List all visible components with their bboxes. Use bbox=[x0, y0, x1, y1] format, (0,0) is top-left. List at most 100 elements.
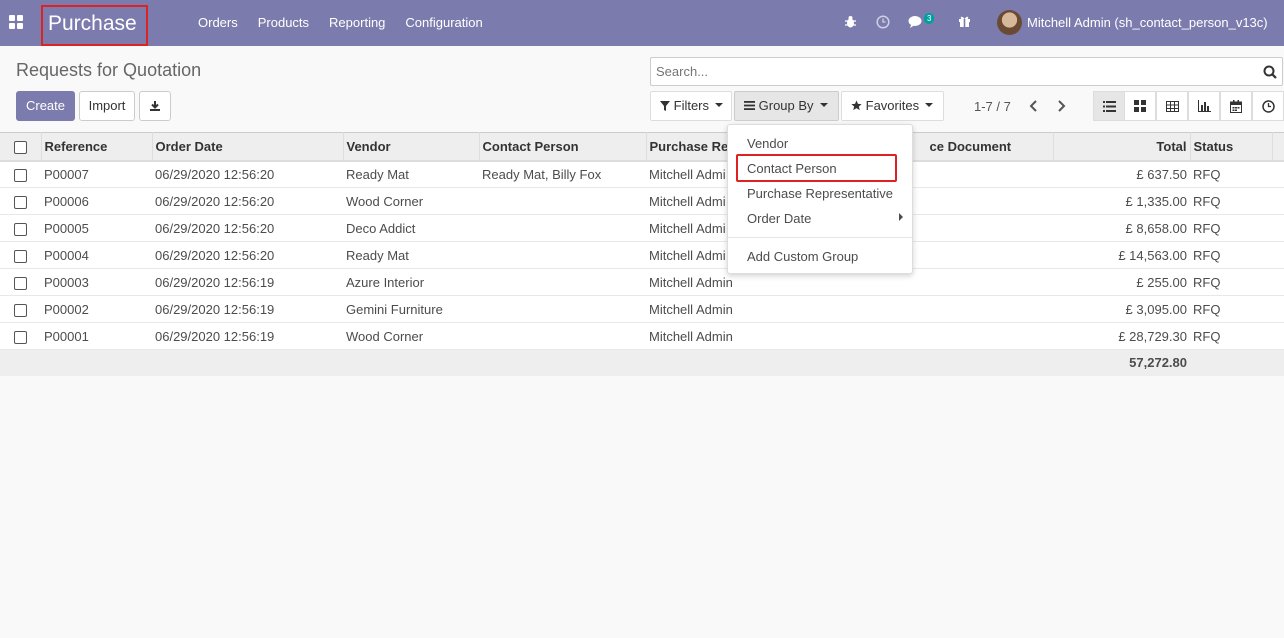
activity-view-button[interactable] bbox=[1252, 91, 1284, 121]
col-status[interactable]: Status bbox=[1190, 132, 1273, 162]
cell-contact-person bbox=[479, 295, 646, 323]
cell-contact-person bbox=[479, 322, 646, 350]
chevron-left-icon[interactable] bbox=[1029, 100, 1038, 112]
chevron-right-icon[interactable] bbox=[1057, 100, 1066, 112]
menu-configuration[interactable]: Configuration bbox=[395, 0, 492, 46]
cell-optional bbox=[1272, 187, 1284, 215]
group-by-contact-person[interactable]: Contact Person bbox=[747, 161, 837, 176]
calendar-view-button[interactable] bbox=[1220, 91, 1252, 121]
chat-icon[interactable] bbox=[908, 15, 924, 29]
cell-optional bbox=[1272, 160, 1284, 188]
cell-status: RFQ bbox=[1190, 268, 1272, 296]
row-checkbox-cell bbox=[0, 295, 41, 323]
activity-view-icon bbox=[1261, 99, 1275, 113]
filters-button[interactable]: Filters bbox=[650, 91, 732, 121]
user-menu[interactable]: Mitchell Admin (sh_contact_person_v13c) bbox=[1027, 0, 1268, 45]
table-row[interactable]: P00005 06/29/2020 12:56:20 Deco Addict Mitc… bbox=[0, 214, 1284, 242]
table-row[interactable]: P00004 06/29/2020 12:56:20 Ready Mat Mitche… bbox=[0, 241, 1284, 269]
graph-view-icon bbox=[1197, 100, 1211, 112]
bug-icon[interactable] bbox=[844, 15, 857, 29]
cell-total: £ 8,658.00 bbox=[1053, 214, 1190, 242]
create-button[interactable]: Create bbox=[16, 91, 75, 121]
select-all-cell[interactable] bbox=[0, 132, 42, 162]
col-optional[interactable] bbox=[1272, 132, 1284, 162]
row-checkbox[interactable] bbox=[14, 330, 27, 344]
cell-reference: P00006 bbox=[41, 187, 152, 215]
table-row[interactable]: P00006 06/29/2020 12:56:20 Wood Corner Mitc… bbox=[0, 187, 1284, 215]
cell-vendor: Ready Mat bbox=[343, 160, 479, 188]
favorites-button[interactable]: Favorites bbox=[841, 91, 944, 121]
row-checkbox[interactable] bbox=[14, 168, 27, 182]
cell-order-date: 06/29/2020 12:56:20 bbox=[152, 187, 343, 215]
avatar[interactable] bbox=[997, 10, 1022, 35]
cell-order-date: 06/29/2020 12:56:20 bbox=[152, 160, 343, 188]
kanban-view-button[interactable] bbox=[1124, 91, 1156, 121]
row-checkbox[interactable] bbox=[14, 276, 27, 290]
apps-icon[interactable] bbox=[9, 15, 23, 29]
menu-orders[interactable]: Orders bbox=[188, 0, 248, 46]
menu-products[interactable]: Products bbox=[248, 0, 319, 46]
main-menu: Orders Products Reporting Configuration bbox=[188, 0, 493, 46]
col-contact-person[interactable]: Contact Person bbox=[479, 132, 647, 162]
col-reference[interactable]: Reference bbox=[41, 132, 153, 162]
group-by-order-date[interactable]: Order Date bbox=[747, 211, 811, 226]
row-checkbox[interactable] bbox=[14, 249, 27, 263]
group-by-vendor[interactable]: Vendor bbox=[747, 136, 788, 151]
rfq-list: Reference Order Date Vendor Contact Pers… bbox=[0, 132, 1284, 376]
table-row[interactable]: P00007 06/29/2020 12:56:20 Ready Mat Ready … bbox=[0, 160, 1284, 188]
app-brand[interactable]: Purchase bbox=[41, 5, 148, 46]
select-all-checkbox[interactable] bbox=[14, 140, 27, 154]
pivot-view-button[interactable] bbox=[1156, 91, 1188, 121]
bars-icon bbox=[744, 101, 755, 110]
cell-optional bbox=[1272, 268, 1284, 296]
pager-value[interactable]: 1-7 / 7 bbox=[974, 99, 1011, 114]
group-by-button[interactable]: Group By bbox=[734, 91, 839, 121]
import-button[interactable]: Import bbox=[79, 91, 135, 121]
row-checkbox-cell bbox=[0, 268, 41, 296]
cell-purchase-rep: Mitchell Admin bbox=[646, 295, 754, 323]
list-view-icon bbox=[1102, 100, 1116, 112]
cell-total: £ 255.00 bbox=[1053, 268, 1190, 296]
col-vendor[interactable]: Vendor bbox=[343, 132, 480, 162]
row-checkbox-cell bbox=[0, 160, 41, 188]
row-checkbox[interactable] bbox=[14, 195, 27, 209]
cell-vendor: Wood Corner bbox=[343, 322, 479, 350]
cell-order-date: 06/29/2020 12:56:20 bbox=[152, 214, 343, 242]
table-row[interactable]: P00001 06/29/2020 12:56:19 Wood Corner Mitc… bbox=[0, 322, 1284, 350]
cell-order-date: 06/29/2020 12:56:19 bbox=[152, 322, 343, 350]
clock-icon[interactable] bbox=[876, 15, 890, 29]
row-checkbox[interactable] bbox=[14, 222, 27, 236]
row-checkbox-cell bbox=[0, 322, 41, 350]
gift-icon[interactable] bbox=[958, 14, 971, 28]
table-row[interactable]: P00003 06/29/2020 12:56:19 Azure Interior M… bbox=[0, 268, 1284, 296]
cell-source-document bbox=[754, 295, 1053, 323]
download-button[interactable] bbox=[139, 91, 171, 121]
col-total[interactable]: Total bbox=[1053, 132, 1191, 162]
cell-reference: P00002 bbox=[41, 295, 152, 323]
dropdown-divider bbox=[728, 237, 912, 238]
list-view-button[interactable] bbox=[1093, 91, 1125, 121]
cell-reference: P00003 bbox=[41, 268, 152, 296]
search-input[interactable] bbox=[651, 58, 1241, 85]
row-checkbox-cell bbox=[0, 187, 41, 215]
table-row[interactable]: P00002 06/29/2020 12:56:19 Gemini Furnitur… bbox=[0, 295, 1284, 323]
cell-optional bbox=[1272, 322, 1284, 350]
add-custom-group[interactable]: Add Custom Group bbox=[747, 249, 858, 264]
cell-vendor: Wood Corner bbox=[343, 187, 479, 215]
row-checkbox[interactable] bbox=[14, 303, 27, 317]
col-order-date[interactable]: Order Date bbox=[152, 132, 344, 162]
cell-optional bbox=[1272, 295, 1284, 323]
cell-total: £ 637.50 bbox=[1053, 160, 1190, 188]
search-icon[interactable] bbox=[1263, 65, 1277, 79]
pivot-view-icon bbox=[1165, 100, 1179, 112]
cell-vendor: Deco Addict bbox=[343, 214, 479, 242]
row-checkbox-cell bbox=[0, 214, 41, 242]
graph-view-button[interactable] bbox=[1188, 91, 1220, 121]
kanban-view-icon bbox=[1134, 100, 1146, 112]
group-by-purchase-representative[interactable]: Purchase Representative bbox=[747, 186, 893, 201]
cell-optional bbox=[1272, 214, 1284, 242]
menu-reporting[interactable]: Reporting bbox=[319, 0, 395, 46]
rfq-table: Reference Order Date Vendor Contact Pers… bbox=[0, 132, 1284, 376]
table-header-row: Reference Order Date Vendor Contact Pers… bbox=[0, 132, 1284, 162]
table-footer-row: 57,272.80 bbox=[0, 349, 1284, 376]
